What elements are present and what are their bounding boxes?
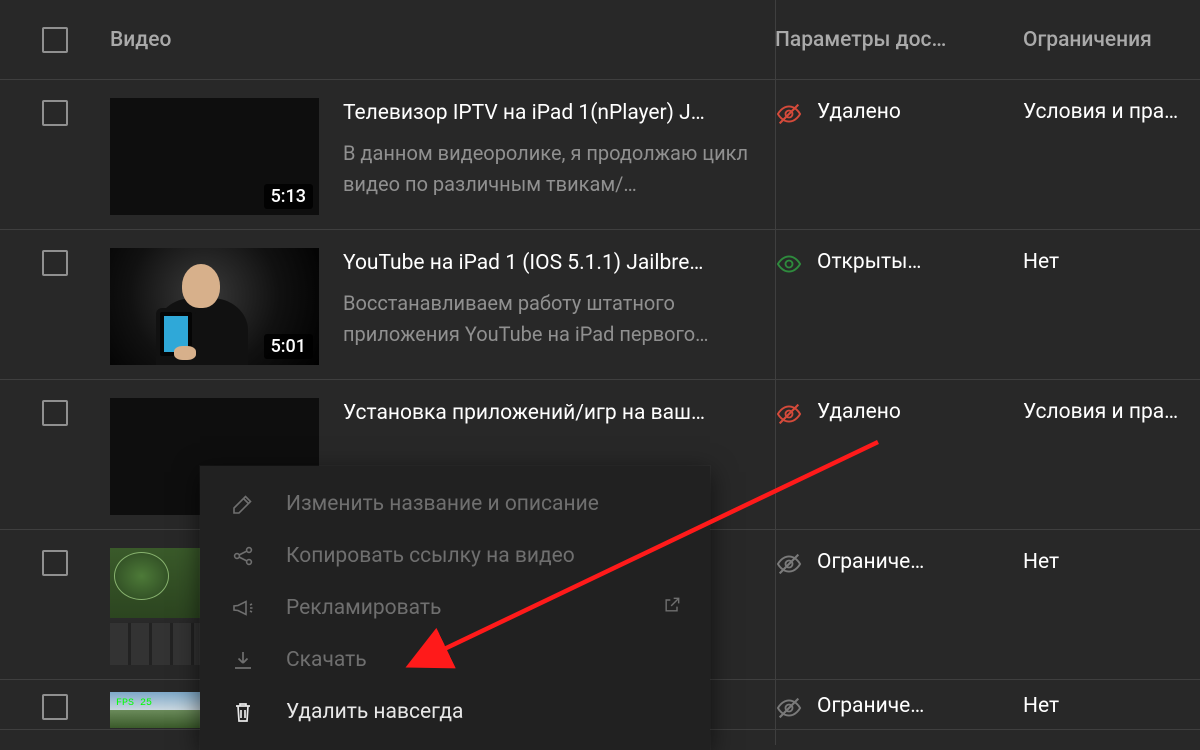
restriction-label: Условия и пра… <box>1023 398 1200 424</box>
table-row[interactable]: 5:01 YouTube на iPad 1 (IOS 5.1.1) Jailb… <box>0 230 1200 380</box>
download-icon <box>228 648 258 672</box>
table-row[interactable]: 5:13 Телевизор IPTV на iPad 1(nPlayer) J… <box>0 80 1200 230</box>
visibility-label: Ограниче… <box>817 550 924 574</box>
visibility-public-icon <box>775 250 803 282</box>
visibility-deleted-icon <box>775 400 803 432</box>
duration-badge: 5:13 <box>264 184 313 209</box>
video-title[interactable]: YouTube на iPad 1 (IOS 5.1.1) Jailbre… <box>343 248 755 280</box>
restriction-label: Нет <box>1023 548 1200 574</box>
trash-icon <box>228 700 258 724</box>
restriction-label: Условия и пра… <box>1023 98 1200 124</box>
video-description: Восстанавливаем работу штатного приложен… <box>343 288 755 350</box>
video-title[interactable]: Установка приложений/игр на ваш… <box>343 398 705 430</box>
row-checkbox[interactable] <box>42 100 68 126</box>
restriction-label: Нет <box>1023 248 1200 274</box>
row-checkbox[interactable] <box>42 400 68 426</box>
ctx-label: Рекламировать <box>286 596 441 620</box>
ctx-copy-link[interactable]: Копировать ссылку на видео <box>200 530 710 582</box>
video-description: В данном видеоролике, я продолжаю цикл в… <box>343 138 755 200</box>
external-link-icon <box>662 595 682 621</box>
ctx-label: Скачать <box>286 648 367 672</box>
select-all-checkbox[interactable] <box>42 27 68 53</box>
table-header-row: Видео Параметры дос… Ограничения <box>0 0 1200 80</box>
ctx-label: Удалить навсегда <box>286 700 463 724</box>
ctx-download[interactable]: Скачать <box>200 634 710 686</box>
visibility-label: Удалено <box>817 100 901 124</box>
video-title[interactable]: Телевизор IPTV на iPad 1(nPlayer) J… <box>343 98 755 130</box>
ctx-delete-forever[interactable]: Удалить навсегда <box>200 686 710 738</box>
row-checkbox[interactable] <box>42 250 68 276</box>
video-thumbnail[interactable]: 5:13 <box>110 98 319 215</box>
ctx-label: Изменить название и описание <box>286 492 599 516</box>
visibility-limited-icon <box>775 550 803 582</box>
context-menu: Изменить название и описание Копировать … <box>200 466 710 750</box>
ctx-label: Копировать ссылку на видео <box>286 544 575 568</box>
pencil-icon <box>228 492 258 516</box>
visibility-label: Ограниче… <box>817 694 924 718</box>
visibility-deleted-icon <box>775 100 803 132</box>
column-header-restrictions[interactable]: Ограничения <box>1023 28 1200 52</box>
restriction-label: Нет <box>1023 692 1200 718</box>
duration-badge: 5:01 <box>264 334 313 359</box>
visibility-label: Удалено <box>817 400 901 424</box>
visibility-label: Открыты… <box>817 250 921 274</box>
fps-overlay: FPS 25 <box>116 698 152 709</box>
visibility-limited-icon <box>775 694 803 726</box>
row-checkbox[interactable] <box>42 694 68 720</box>
share-icon <box>228 544 258 568</box>
ctx-edit-title[interactable]: Изменить название и описание <box>200 478 710 530</box>
video-thumbnail[interactable]: 5:01 <box>110 248 319 365</box>
column-header-video[interactable]: Видео <box>110 28 775 52</box>
row-checkbox[interactable] <box>42 550 68 576</box>
ctx-promote[interactable]: Рекламировать <box>200 582 710 634</box>
column-header-visibility[interactable]: Параметры дос… <box>775 28 1023 52</box>
megaphone-icon <box>228 596 258 620</box>
